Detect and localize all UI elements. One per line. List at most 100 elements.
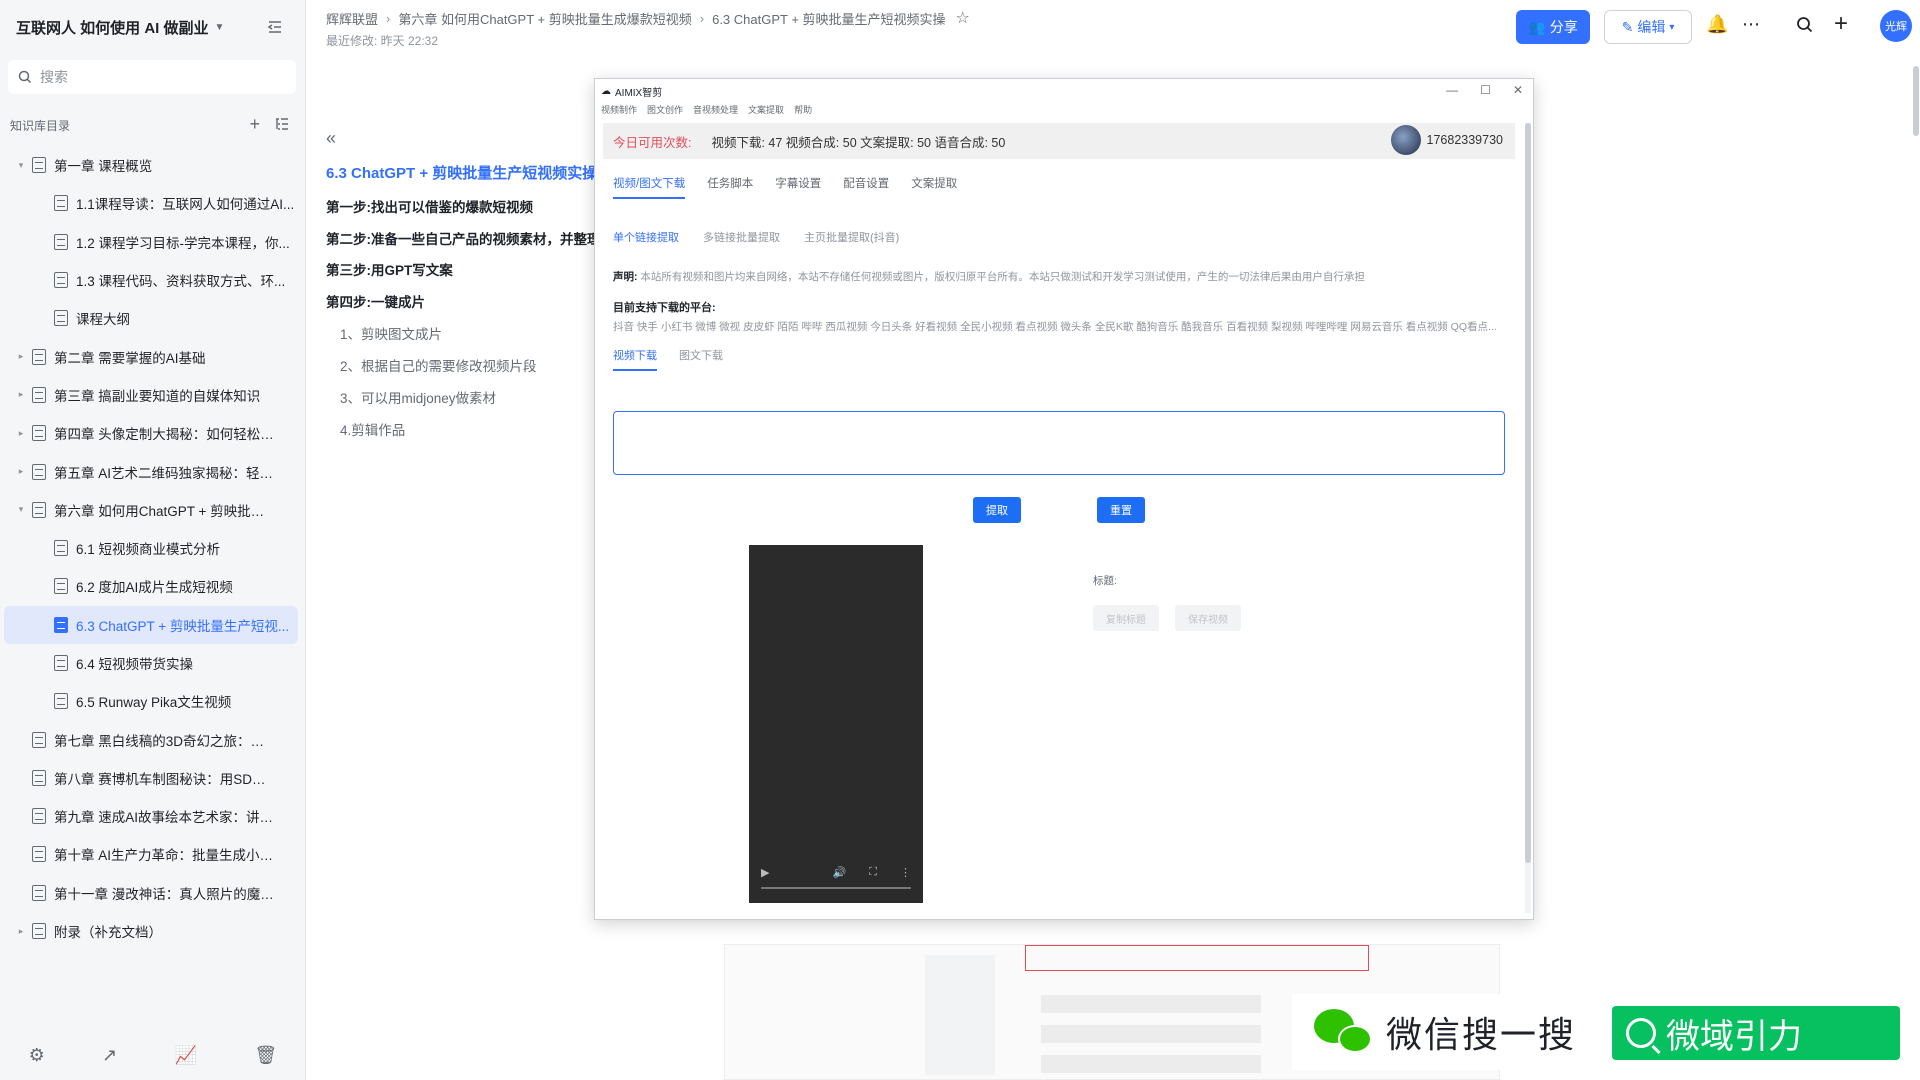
tab-video-download[interactable]: 视频/图文下载 [613,175,686,199]
embed-row [1041,995,1261,1013]
toc-item-label: 第十章 AI生产力革命：批量生成小说... [54,848,274,864]
sidebar-toc-item[interactable]: 6.2 度加AI成片生成短视频 [4,567,298,605]
scrollbar-thumb[interactable] [1913,66,1919,136]
close-icon[interactable]: ✕ [1513,83,1523,97]
breadcrumb: 辉辉联盟 › 第六章 如何用ChatGPT + 剪映批量生成爆款短视频 › 6.… [326,8,970,28]
search-icon[interactable] [1796,16,1814,34]
settings-icon[interactable]: ⚙ [29,1045,45,1066]
plus-icon[interactable]: + [1834,10,1848,38]
kb-title[interactable]: 互联网人 如何使用 AI 做副业 [16,17,209,38]
sidebar-toc-item[interactable]: 1.1课程导读：互联网人如何通过AI... [4,184,298,222]
sidebar-toc-item[interactable]: ▸ 第五章 AI艺术二维码独家揭秘：轻松... [4,452,298,490]
user-avatar[interactable] [1390,125,1421,155]
window-titlebar[interactable]: ☁ AIMIX智剪 [595,79,1533,103]
sidebar-toc-item[interactable]: 第九章 速成AI故事绘本艺术家：讲述... [4,797,298,835]
toc-item-label: 第五章 AI艺术二维码独家揭秘：轻松... [54,465,274,481]
extract-button[interactable]: 提取 [973,497,1021,523]
breadcrumb-item[interactable]: 辉辉联盟 [326,9,378,28]
sidebar-toc-item[interactable]: ▾ 第六章 如何用ChatGPT + 剪映批量生... [4,491,298,529]
sidebar-toc-item[interactable]: 课程大纲 [4,299,298,337]
chevron-down-icon[interactable]: ▼ [215,22,225,33]
user-box[interactable]: 17682339730 [1390,125,1503,155]
page-scrollbar[interactable] [1912,56,1920,1056]
sidebar-toc-item[interactable]: 第八章 赛博机车制图秘诀：用SD创造... [4,759,298,797]
caret-right-icon[interactable]: ▸ [14,926,28,937]
menu-item[interactable]: 音视频处理 [693,103,738,119]
caret-right-icon[interactable]: ▸ [14,428,28,439]
tab-single-link[interactable]: 单个链接提取 [613,229,679,245]
caret-down-icon[interactable]: ▾ [14,160,28,171]
collapse-sidebar-icon[interactable] [266,18,284,36]
window-title: AIMIX智剪 [615,87,663,99]
video-progress-bar[interactable] [761,887,911,889]
menu-item[interactable]: 帮助 [794,103,812,119]
minimize-icon[interactable]: — [1446,83,1458,97]
copy-title-button[interactable]: 复制标题 [1093,605,1159,631]
caret-right-icon[interactable]: ▸ [14,466,28,477]
trash-icon[interactable]: 🗑 [254,1045,277,1066]
sidebar-toc-item[interactable]: 6.3 ChatGPT + 剪映批量生产短视... [4,605,298,644]
search-input[interactable]: 搜索 [8,60,296,94]
tree-menu-icon[interactable] [274,116,290,132]
sidebar-toc-item[interactable]: ▸ 第四章 头像定制大揭秘：如何轻松赚... [4,414,298,452]
caret-right-icon[interactable]: ▸ [14,351,28,362]
window-scrollbar[interactable] [1525,123,1531,913]
kb-header[interactable]: 互联网人 如何使用 AI 做副业 ▼ [16,14,296,40]
sidebar-toc-item[interactable]: 1.3 课程代码、资料获取方式、环... [4,261,298,299]
avatar[interactable]: 光辉 [1880,10,1912,42]
toc-item-label: 第六章 如何用ChatGPT + 剪映批量生... [54,503,274,519]
tab-image-dl[interactable]: 图文下载 [679,347,723,371]
breadcrumb-item[interactable]: 第六章 如何用ChatGPT + 剪映批量生成爆款短视频 [398,9,691,28]
sidebar-toc-item[interactable]: ▸ 第三章 搞副业要知道的自媒体知识 [4,376,298,414]
more-vertical-icon[interactable]: ⋮ [900,866,911,879]
more-icon[interactable]: ⋯ [1742,14,1760,35]
fullscreen-icon[interactable]: ⛶ [869,866,877,879]
toc-item-label: 6.5 Runway Pika文生视频 [76,695,232,711]
reset-button[interactable]: 重置 [1097,497,1145,523]
star-icon[interactable]: ☆ [956,8,970,28]
play-icon[interactable]: ▶ [761,866,769,879]
edit-button[interactable]: ✎ 编辑 ▾ [1604,10,1692,44]
url-input[interactable] [613,411,1505,475]
volume-icon[interactable]: 🔊 [833,866,847,879]
tab-multi-link[interactable]: 多链接批量提取 [703,229,780,245]
menu-item[interactable]: 视频制作 [601,103,637,119]
save-video-button[interactable]: 保存视频 [1175,605,1241,631]
tab-video-dl[interactable]: 视频下载 [613,347,657,371]
tab-task-script[interactable]: 任务脚本 [707,175,753,199]
menu-item[interactable]: 图文创作 [647,103,683,119]
video-player[interactable]: ▶ 🔊 ⛶ ⋮ [749,545,923,903]
sidebar-toc-item[interactable]: 6.1 短视频商业模式分析 [4,529,298,567]
stats-icon[interactable]: 📈 [175,1045,197,1066]
bell-icon[interactable]: 🔔 [1706,14,1728,35]
tab-subtitle-settings[interactable]: 字幕设置 [775,175,821,199]
sidebar-toc-item[interactable]: 第十一章 漫改神话：真人照片的魔幻... [4,874,298,912]
sidebar-toc-item[interactable]: 第十章 AI生产力革命：批量生成小说... [4,835,298,873]
chevron-down-icon: ▾ [1669,21,1675,33]
add-icon[interactable]: + [249,114,260,134]
caret-right-icon[interactable]: ▸ [14,389,28,400]
breadcrumb-item[interactable]: 6.3 ChatGPT + 剪映批量生产短视频实操 [712,9,945,28]
tab-copy-extract[interactable]: 文案提取 [911,175,957,199]
sidebar-toc-item[interactable]: ▸ 第二章 需要掌握的AI基础 [4,337,298,375]
download-tabs: 视频下载 图文下载 [613,347,723,371]
sidebar-toc-item[interactable]: 6.4 短视频带货实操 [4,644,298,682]
share-button[interactable]: 👥 分享 [1516,10,1590,44]
toc-item-label: 第七章 黑白线稿的3D奇幻之旅：从平... [54,733,274,749]
sidebar-toc-item[interactable]: 1.2 课程学习目标-学完本课程，你... [4,223,298,261]
platforms-title: 目前支持下载的平台: [613,302,716,314]
caret-down-icon[interactable]: ▾ [14,504,28,515]
tab-voice-settings[interactable]: 配音设置 [843,175,889,199]
sidebar-toc-item[interactable]: 6.5 Runway Pika文生视频 [4,682,298,720]
sidebar-toc-item[interactable]: ▸ 附录（补充文档） [4,912,298,950]
maximize-icon[interactable]: ☐ [1480,83,1491,97]
sidebar-toc-item[interactable]: 第七章 黑白线稿的3D奇幻之旅：从平... [4,720,298,758]
double-chevron-left-icon[interactable]: « [326,128,336,149]
menu-item[interactable]: 文案提取 [748,103,784,119]
sub-tabs: 单个链接提取 多链接批量提取 主页批量提取(抖音) [613,229,899,245]
scrollbar-thumb[interactable] [1525,123,1531,863]
tab-homepage-batch[interactable]: 主页批量提取(抖音) [804,229,899,245]
share-out-icon[interactable]: ↗ [102,1045,117,1066]
sidebar-toc-item[interactable]: ▾ 第一章 课程概览 [4,146,298,184]
edit-label: 编辑 [1637,19,1666,35]
